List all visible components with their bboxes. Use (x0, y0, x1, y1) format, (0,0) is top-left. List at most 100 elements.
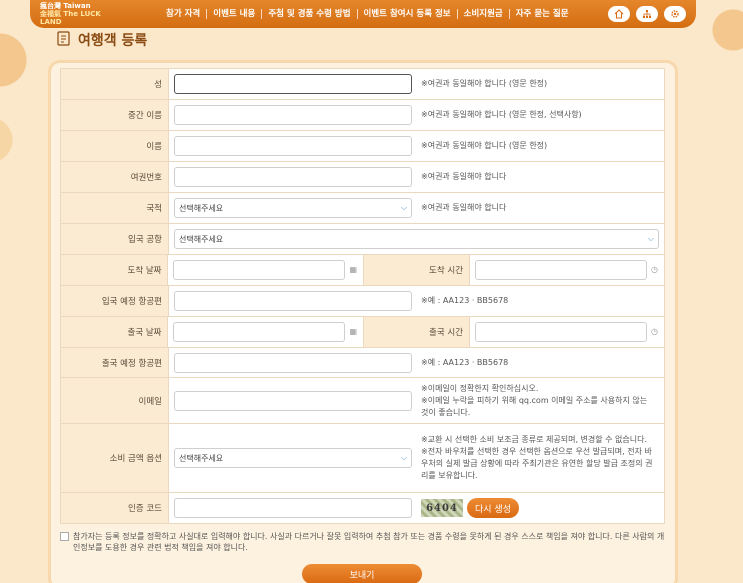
row-surname: 성 ※여권과 동일해야 합니다 (영문 한정) (60, 69, 665, 100)
row-captcha: 인증 코드 6404 다시 생성 (60, 493, 665, 524)
arrival-date-input[interactable] (173, 260, 346, 280)
amount-option-value: 선택해주세요 (179, 453, 224, 463)
clock-icon[interactable]: ◷ (651, 328, 659, 336)
page-title-block: 여행객 등록 (56, 30, 147, 50)
calendar-icon[interactable]: ▦ (349, 266, 357, 274)
row-given-name: 이름 ※여권과 동일해야 합니다 (영문 한정) (60, 131, 665, 162)
arrival-date-cell: ▦ (168, 255, 363, 285)
captcha-image: 6404 (421, 499, 463, 517)
nav-item-faq[interactable]: 자주 묻는 질문 (510, 9, 575, 19)
agreement-text: 참가자는 등록 정보를 정확하고 사실대로 입력해야 합니다. 사실과 다르거나… (73, 532, 665, 552)
logo-line-1: 瘋台灣 Taiwan (40, 2, 91, 10)
amount-note-2: ※전자 바우처를 선택한 경우 선택한 옵션으로 우선 발급되며, 전자 바우처… (421, 447, 653, 480)
chevron-down-icon: ⌵ (400, 453, 407, 462)
site-logo[interactable]: 瘋台灣 Taiwan 金福氣 The LUCK LAND (40, 2, 110, 26)
departure-flight-note: ※예 : AA123 · BB5678 (421, 357, 509, 367)
email-note-2: ※이메일 누락을 피하기 위해 qq.com 이메일 주소를 사용하지 않는 것… (421, 395, 648, 417)
email-input[interactable] (174, 390, 412, 411)
main-nav: 참가 자격 이벤트 내용 주첨 및 경품 수령 방법 이벤트 참여시 등록 정보… (160, 9, 575, 19)
arrival-time-cell: ◷ (470, 255, 665, 285)
surname-input[interactable] (174, 74, 412, 94)
given-name-label: 이름 (61, 131, 169, 161)
arrival-flight-note: ※예 : AA123 · BB5678 (421, 296, 509, 305)
row-arrival-datetime: 도착 날짜 ▦ 도착 시간 ◷ (60, 255, 665, 286)
gear-icon[interactable] (664, 6, 686, 22)
home-icon[interactable] (608, 6, 630, 22)
row-passport: 여권번호 ※여권과 동일해야 합니다 (60, 162, 665, 193)
arrival-flight-input[interactable] (174, 291, 412, 311)
background-decoration-right (693, 0, 743, 583)
nav-item-draw-method[interactable]: 주첨 및 경품 수령 방법 (262, 9, 358, 19)
agreement-checkbox[interactable] (60, 532, 69, 541)
amount-option-note: ※교환 시 선택한 소비 보조금 종류로 제공되며, 변경할 수 없습니다. ※… (421, 434, 653, 482)
submit-button[interactable]: 보내기 (302, 564, 422, 583)
nationality-label: 국적 (61, 193, 169, 223)
registration-form: 성 ※여권과 동일해야 합니다 (영문 한정) 중간 이름 ※여권과 동일해야 … (60, 68, 665, 524)
nav-item-registration-info[interactable]: 이벤트 참여시 등록 정보 (358, 9, 458, 19)
arrival-flight-label: 입국 예정 항공편 (61, 286, 169, 316)
departure-date-input[interactable] (173, 322, 346, 342)
arrival-flight-cell: ※예 : AA123 · BB5678 (169, 286, 664, 316)
arrival-time-input[interactable] (475, 260, 648, 280)
logo-line-2: 金福氣 The LUCK LAND (40, 10, 101, 26)
passport-note: ※여권과 동일해야 합니다 (421, 172, 507, 181)
departure-flight-cell: ※예 : AA123 · BB5678 (169, 348, 664, 377)
top-navigation-bar: 瘋台灣 Taiwan 金福氣 The LUCK LAND 참가 자격 이벤트 내… (30, 0, 696, 28)
row-middle-name: 중간 이름 ※여권과 동일해야 합니다 (영문 한정, 선택사항) (60, 100, 665, 131)
departure-time-label: 출국 시간 (362, 317, 471, 347)
departure-flight-label: 출국 예정 항공편 (61, 348, 169, 377)
amount-option-label: 소비 금액 옵션 (61, 424, 169, 492)
calendar-icon[interactable]: ▦ (349, 328, 357, 336)
chevron-down-icon: ⌵ (647, 234, 654, 243)
row-email: 이메일 ※이메일이 정확한지 확인하십시오. ※이메일 누락을 피하기 위해 q… (60, 378, 665, 424)
departure-date-label: 출국 날짜 (61, 317, 169, 347)
middle-name-note: ※여권과 동일해야 합니다 (영문 한정, 선택사항) (421, 110, 582, 119)
background-decoration-left (0, 0, 40, 583)
nav-item-event-details[interactable]: 이벤트 내용 (207, 9, 263, 19)
sitemap-icon[interactable] (636, 6, 658, 22)
surname-label: 성 (61, 69, 169, 99)
passport-input[interactable] (174, 167, 412, 187)
airport-field-cell: 선택해주세요 ⌵ (169, 224, 664, 254)
row-amount-option: 소비 금액 옵션 선택해주세요 ⌵ ※교환 시 선택한 소비 보조금 종류로 제… (60, 424, 665, 493)
nationality-field-cell: 선택해주세요 ⌵ ※여권과 동일해야 합니다 (169, 193, 664, 223)
given-name-input[interactable] (174, 136, 412, 156)
agreement-block: 참가자는 등록 정보를 정확하고 사실대로 입력해야 합니다. 사실과 다르거나… (60, 531, 670, 553)
arrival-date-label: 도착 날짜 (61, 255, 169, 285)
surname-note: ※여권과 동일해야 합니다 (영문 한정) (421, 79, 548, 88)
page-title: 여행객 등록 (78, 33, 148, 49)
airport-select[interactable]: 선택해주세요 ⌵ (174, 229, 659, 249)
email-note: ※이메일이 정확한지 확인하십시오. ※이메일 누락을 피하기 위해 qq.co… (421, 383, 653, 419)
chevron-down-icon: ⌵ (400, 203, 407, 212)
top-icon-group (608, 6, 686, 22)
middle-name-label: 중간 이름 (61, 100, 169, 130)
nationality-select[interactable]: 선택해주세요 ⌵ (174, 198, 412, 218)
departure-time-input[interactable] (475, 322, 648, 342)
clock-icon[interactable]: ◷ (651, 266, 659, 274)
middle-name-input[interactable] (174, 105, 412, 125)
nav-item-eligibility[interactable]: 참가 자격 (160, 9, 208, 19)
nav-item-subsidy[interactable]: 소비지원금 (458, 9, 510, 19)
amount-option-select[interactable]: 선택해주세요 ⌵ (174, 448, 412, 468)
captcha-input[interactable] (174, 498, 412, 518)
given-name-note: ※여권과 동일해야 합니다 (영문 한정) (421, 141, 548, 150)
row-departure-flight: 출국 예정 항공편 ※예 : AA123 · BB5678 (60, 348, 665, 378)
passport-field-cell: ※여권과 동일해야 합니다 (169, 162, 664, 192)
captcha-cell: 6404 다시 생성 (169, 493, 664, 523)
row-nationality: 국적 선택해주세요 ⌵ ※여권과 동일해야 합니다 (60, 193, 665, 224)
email-label: 이메일 (61, 378, 169, 423)
arrival-time-label: 도착 시간 (362, 255, 471, 285)
nationality-note: ※여권과 동일해야 합니다 (421, 203, 507, 212)
row-arrival-flight: 입국 예정 항공편 ※예 : AA123 · BB5678 (60, 286, 665, 317)
given-name-field-cell: ※여권과 동일해야 합니다 (영문 한정) (169, 131, 664, 161)
row-airport: 입국 공항 선택해주세요 ⌵ (60, 224, 665, 255)
departure-flight-input[interactable] (174, 352, 412, 373)
captcha-label: 인증 코드 (61, 493, 169, 523)
passport-label: 여권번호 (61, 162, 169, 192)
regenerate-captcha-button[interactable]: 다시 생성 (467, 498, 519, 518)
airport-label: 입국 공항 (61, 224, 169, 254)
departure-date-cell: ▦ (168, 317, 363, 347)
nationality-select-value: 선택해주세요 (179, 203, 224, 213)
email-cell: ※이메일이 정확한지 확인하십시오. ※이메일 누락을 피하기 위해 qq.co… (169, 378, 664, 423)
surname-field-cell: ※여권과 동일해야 합니다 (영문 한정) (169, 69, 664, 99)
